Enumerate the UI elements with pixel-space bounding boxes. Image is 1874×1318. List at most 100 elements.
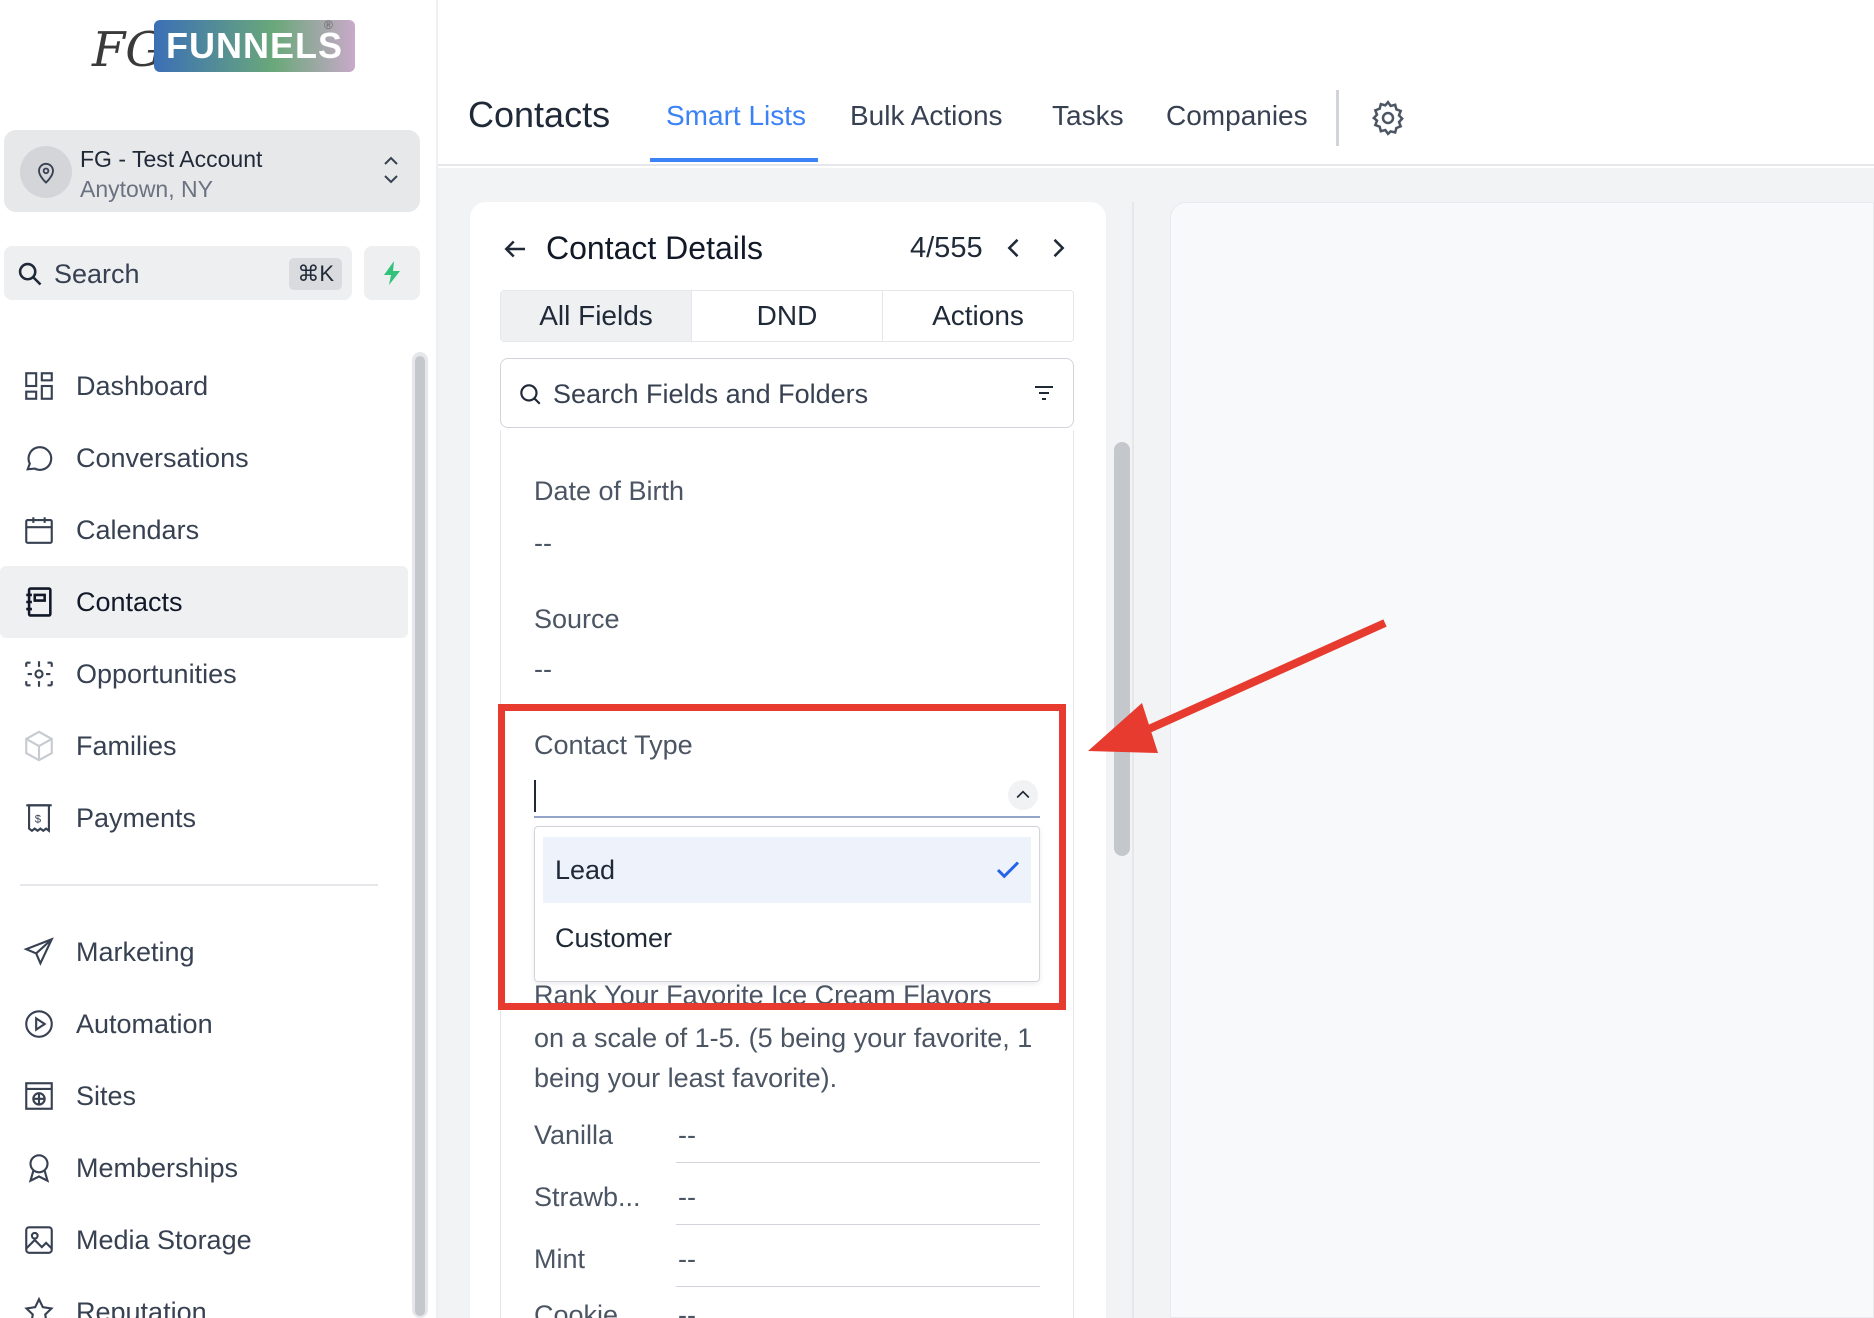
top-header: Contacts Smart Lists Bulk Actions Tasks … (438, 0, 1874, 166)
sidebar-item-marketing[interactable]: Marketing (0, 916, 408, 988)
filter-icon[interactable] (1031, 381, 1057, 405)
quick-action-button[interactable] (364, 246, 420, 300)
rank-label: Mint (534, 1244, 586, 1274)
rank-value[interactable]: -- (678, 1300, 696, 1318)
sidebar-scrollbar[interactable] (412, 352, 428, 1318)
sidebar-item-memberships[interactable]: Memberships (0, 1132, 408, 1204)
star-icon (20, 1293, 58, 1318)
tab-all-fields[interactable]: All Fields (501, 291, 692, 341)
account-location: Anytown, NY (80, 176, 213, 202)
rank-value[interactable]: -- (678, 1120, 696, 1151)
image-icon (20, 1221, 58, 1259)
search-icon (18, 262, 42, 286)
sidebar-item-label: Media Storage (76, 1224, 252, 1255)
sidebar-item-calendars[interactable]: Calendars (0, 494, 408, 566)
receipt-icon: $ (20, 799, 58, 837)
arrow-left-icon[interactable] (500, 234, 530, 264)
field-view-tabs: All Fields DND Actions (500, 290, 1074, 342)
rank-row-cookie[interactable]: Cookie -- (534, 1290, 1040, 1318)
active-tab-indicator (650, 158, 818, 162)
field-value-date-of-birth[interactable]: -- (534, 528, 552, 559)
contact-details-title: Contact Details (546, 230, 763, 266)
annotation-arrow (1088, 619, 1387, 753)
sidebar-item-families[interactable]: Families (0, 710, 408, 782)
globe-window-icon (20, 1077, 58, 1115)
calendar-icon (20, 511, 58, 549)
chevron-right-icon[interactable] (1044, 234, 1072, 262)
rank-underline (676, 1286, 1040, 1287)
sidebar-item-label: Conversations (76, 442, 249, 473)
gear-icon[interactable] (1368, 98, 1408, 138)
search-icon (520, 384, 541, 405)
send-icon (20, 933, 58, 971)
tab-tasks[interactable]: Tasks (1052, 100, 1124, 132)
dashboard-icon (20, 367, 58, 405)
sidebar-item-label: Memberships (76, 1152, 239, 1183)
sidebar-item-label: Reputation (76, 1296, 207, 1318)
brand-logo[interactable]: FG FUNNELS ® (92, 18, 355, 98)
rank-underline (676, 1224, 1040, 1225)
opportunities-icon (20, 655, 58, 693)
location-pin-icon (20, 146, 72, 198)
tab-smart-lists[interactable]: Smart Lists (666, 100, 806, 132)
chevron-left-icon[interactable] (1000, 234, 1028, 262)
sidebar-item-reputation[interactable]: Reputation (0, 1276, 408, 1318)
sidebar-nav: Dashboard Conversations Calendars Contac… (0, 350, 408, 1318)
tab-dnd[interactable]: DND (692, 291, 883, 341)
annotation-highlight-box (498, 704, 1066, 1010)
sidebar-item-label: Contacts (76, 586, 183, 617)
sidebar-item-contacts[interactable]: Contacts (0, 566, 408, 638)
logo-registered-mark: ® (324, 18, 333, 32)
rank-label: Vanilla (534, 1120, 614, 1150)
field-value-source[interactable]: -- (534, 654, 552, 685)
rank-value[interactable]: -- (678, 1244, 696, 1275)
sidebar-item-label: Calendars (76, 514, 200, 545)
tab-actions[interactable]: Actions (883, 291, 1073, 341)
global-search[interactable]: Search ⌘K (4, 246, 352, 300)
rank-question-continuation: on a scale of 1-5. (5 being your favorit… (534, 1023, 1033, 1093)
rank-underline (676, 1162, 1040, 1163)
badge-icon (20, 1149, 58, 1187)
search-shortcut-badge: ⌘K (289, 258, 342, 290)
play-circle-icon (20, 1005, 58, 1043)
sidebar-scrollbar-thumb[interactable] (415, 356, 425, 1316)
sidebar-item-label: Automation (76, 1008, 213, 1039)
sidebar-item-label: Opportunities (76, 658, 237, 689)
header-divider (1336, 90, 1339, 146)
sidebar-item-payments[interactable]: $ Payments (0, 782, 408, 854)
rank-row-vanilla[interactable]: Vanilla -- (534, 1110, 1040, 1164)
nav-divider (20, 884, 378, 886)
sidebar-item-label: Marketing (76, 936, 195, 967)
account-name: FG - Test Account (80, 146, 263, 172)
cube-icon (20, 727, 58, 765)
tab-companies[interactable]: Companies (1166, 100, 1308, 132)
contacts-icon (20, 583, 58, 621)
account-switcher[interactable]: FG - Test Account Anytown, NY (4, 130, 420, 212)
svg-text:$: $ (35, 813, 42, 825)
field-search-placeholder: Search Fields and Folders (553, 379, 869, 409)
sidebar-item-automation[interactable]: Automation (0, 988, 408, 1060)
sidebar-item-conversations[interactable]: Conversations (0, 422, 408, 494)
rank-row-mint[interactable]: Mint -- (534, 1234, 1040, 1288)
field-label-source: Source (534, 604, 620, 634)
contact-details-header: Contact Details 4/555 (500, 224, 1080, 274)
sidebar-item-label: Payments (76, 802, 197, 833)
sidebar-item-media-storage[interactable]: Media Storage (0, 1204, 408, 1276)
rank-label: Cookie (534, 1300, 619, 1318)
chevron-updown-icon (384, 156, 398, 184)
rank-row-strawberry[interactable]: Strawb... -- (534, 1172, 1040, 1226)
tab-bulk-actions[interactable]: Bulk Actions (850, 100, 1003, 132)
rank-value[interactable]: -- (678, 1182, 696, 1213)
chat-bubble-icon (20, 439, 58, 477)
page-title: Contacts (468, 94, 611, 135)
field-label-date-of-birth: Date of Birth (534, 476, 685, 506)
sidebar-item-opportunities[interactable]: Opportunities (0, 638, 408, 710)
search-label: Search (54, 259, 140, 289)
record-counter: 4/555 (910, 232, 983, 264)
field-search-input[interactable]: Search Fields and Folders (500, 358, 1074, 428)
sidebar-item-dashboard[interactable]: Dashboard (0, 350, 408, 422)
sidebar-item-label: Sites (76, 1080, 137, 1111)
lightning-icon (384, 261, 400, 285)
sidebar: FG FUNNELS ® FG - Test Account Anytown, … (0, 0, 436, 1318)
sidebar-item-sites[interactable]: Sites (0, 1060, 408, 1132)
